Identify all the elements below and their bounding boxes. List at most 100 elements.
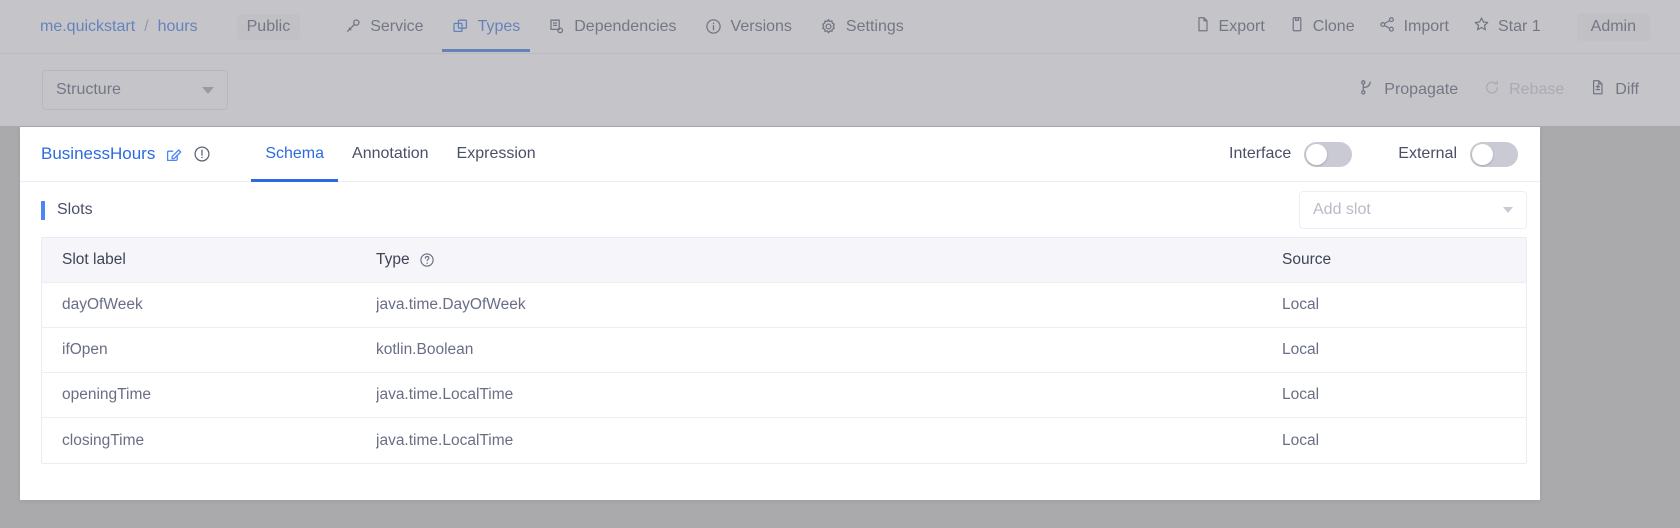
nav-item-settings[interactable]: Settings xyxy=(806,2,918,52)
question-circle-icon[interactable] xyxy=(419,252,435,268)
versions-info-icon xyxy=(705,18,722,35)
table-row[interactable]: closingTime java.time.LocalTime Local xyxy=(42,418,1526,463)
external-toggle-group: External xyxy=(1398,142,1518,167)
card-toggles: Interface External xyxy=(1229,142,1540,167)
chevron-down-icon xyxy=(1503,207,1513,213)
export-file-icon xyxy=(1195,16,1211,38)
card-tabs: Schema Annotation Expression xyxy=(251,127,549,182)
info-circle-icon[interactable] xyxy=(193,145,211,163)
slots-title: Slots xyxy=(41,200,93,220)
star-label: Star 1 xyxy=(1498,18,1541,36)
external-toggle-knob xyxy=(1472,144,1493,165)
star-button[interactable]: Star 1 xyxy=(1461,10,1553,44)
visibility-badge: Public xyxy=(237,14,301,40)
types-icon xyxy=(452,18,469,35)
primary-nav: Service Types xyxy=(330,2,918,52)
table-row[interactable]: ifOpen kotlin.Boolean Local xyxy=(42,328,1526,373)
chevron-down-icon xyxy=(202,87,214,94)
diff-label: Diff xyxy=(1615,81,1639,99)
nav-item-settings-label: Settings xyxy=(846,18,904,36)
tab-schema[interactable]: Schema xyxy=(251,127,338,182)
table-header-row: Slot label Type Source xyxy=(42,238,1526,283)
breadcrumb-namespace[interactable]: me.quickstart xyxy=(40,18,135,36)
tab-annotation-label: Annotation xyxy=(352,145,429,163)
propagate-button[interactable]: Propagate xyxy=(1346,73,1471,107)
cell-slot-type: java.time.LocalTime xyxy=(376,432,1282,450)
type-name[interactable]: BusinessHours xyxy=(41,144,155,164)
export-label: Export xyxy=(1219,18,1265,36)
app-page: me.quickstart / hours Public Service xyxy=(0,0,1680,528)
card-header: BusinessHours Schema xyxy=(20,127,1540,182)
clone-label: Clone xyxy=(1313,18,1355,36)
table-row[interactable]: openingTime java.time.LocalTime Local xyxy=(42,373,1526,418)
cell-slot-type: java.time.LocalTime xyxy=(376,386,1282,404)
view-mode-select[interactable]: Structure xyxy=(42,70,228,110)
gear-icon xyxy=(820,18,837,35)
cell-slot-label: dayOfWeek xyxy=(42,296,376,314)
nav-item-types[interactable]: Types xyxy=(438,2,535,52)
add-slot-select[interactable]: Add slot xyxy=(1299,191,1527,229)
service-icon xyxy=(344,18,361,35)
slots-table: Slot label Type Source dayOfWeek java.ti xyxy=(41,237,1527,464)
cell-slot-label: ifOpen xyxy=(42,341,376,359)
clone-icon xyxy=(1289,16,1305,38)
import-label: Import xyxy=(1404,18,1449,36)
branch-propagate-icon xyxy=(1359,79,1375,101)
tab-expression-label: Expression xyxy=(457,145,536,163)
interface-toggle-group: Interface xyxy=(1229,142,1352,167)
nav-item-service-label: Service xyxy=(370,18,423,36)
nav-item-types-label: Types xyxy=(478,18,521,36)
rebase-label: Rebase xyxy=(1509,81,1564,99)
cell-slot-source: Local xyxy=(1282,432,1526,450)
tab-schema-label: Schema xyxy=(265,145,324,163)
secondary-toolbar: Structure Propagate xyxy=(0,54,1680,126)
refresh-rebase-icon xyxy=(1484,79,1500,101)
table-row[interactable]: dayOfWeek java.time.DayOfWeek Local xyxy=(42,283,1526,328)
admin-button[interactable]: Admin xyxy=(1577,13,1650,41)
interface-toggle-label: Interface xyxy=(1229,145,1291,163)
export-button[interactable]: Export xyxy=(1183,10,1277,44)
cell-slot-label: closingTime xyxy=(42,432,376,450)
view-mode-value: Structure xyxy=(56,81,121,99)
diff-button[interactable]: Diff xyxy=(1577,73,1652,107)
type-detail-card: BusinessHours Schema xyxy=(20,127,1540,500)
clone-button[interactable]: Clone xyxy=(1277,10,1367,44)
column-header-slot-label: Slot label xyxy=(42,251,376,269)
dependencies-icon xyxy=(548,18,565,35)
breadcrumb: me.quickstart / hours xyxy=(40,18,198,36)
cell-slot-source: Local xyxy=(1282,296,1526,314)
external-toggle[interactable] xyxy=(1470,142,1518,167)
add-slot-placeholder: Add slot xyxy=(1313,201,1371,219)
cell-slot-source: Local xyxy=(1282,386,1526,404)
nav-item-dependencies[interactable]: Dependencies xyxy=(534,2,690,52)
share-import-icon xyxy=(1379,16,1396,38)
column-header-source: Source xyxy=(1282,251,1526,269)
propagate-label: Propagate xyxy=(1384,81,1458,99)
cell-slot-type: kotlin.Boolean xyxy=(376,341,1282,359)
edit-pencil-icon[interactable] xyxy=(165,145,183,163)
column-header-type: Type xyxy=(376,251,1282,269)
top-navigation-bar: me.quickstart / hours Public Service xyxy=(0,0,1680,54)
star-icon xyxy=(1473,16,1490,38)
nav-item-versions[interactable]: Versions xyxy=(691,2,806,52)
diff-file-icon xyxy=(1590,79,1606,101)
topbar-actions: Export Clone xyxy=(1183,10,1680,44)
rebase-button[interactable]: Rebase xyxy=(1471,73,1577,107)
subbar-actions: Propagate Rebase xyxy=(1346,73,1680,107)
breadcrumb-name[interactable]: hours xyxy=(158,18,198,36)
nav-item-dependencies-label: Dependencies xyxy=(574,18,676,36)
cell-slot-type: java.time.DayOfWeek xyxy=(376,296,1282,314)
nav-item-versions-label: Versions xyxy=(731,18,792,36)
slots-section-header: Slots Add slot xyxy=(20,182,1540,237)
tab-expression[interactable]: Expression xyxy=(443,127,550,182)
breadcrumb-separator: / xyxy=(144,18,148,36)
import-button[interactable]: Import xyxy=(1367,10,1461,44)
cell-slot-label: openingTime xyxy=(42,386,376,404)
column-header-type-label: Type xyxy=(376,251,410,269)
interface-toggle[interactable] xyxy=(1304,142,1352,167)
interface-toggle-knob xyxy=(1306,144,1327,165)
tab-annotation[interactable]: Annotation xyxy=(338,127,443,182)
external-toggle-label: External xyxy=(1398,145,1457,163)
cell-slot-source: Local xyxy=(1282,341,1526,359)
nav-item-service[interactable]: Service xyxy=(330,2,437,52)
